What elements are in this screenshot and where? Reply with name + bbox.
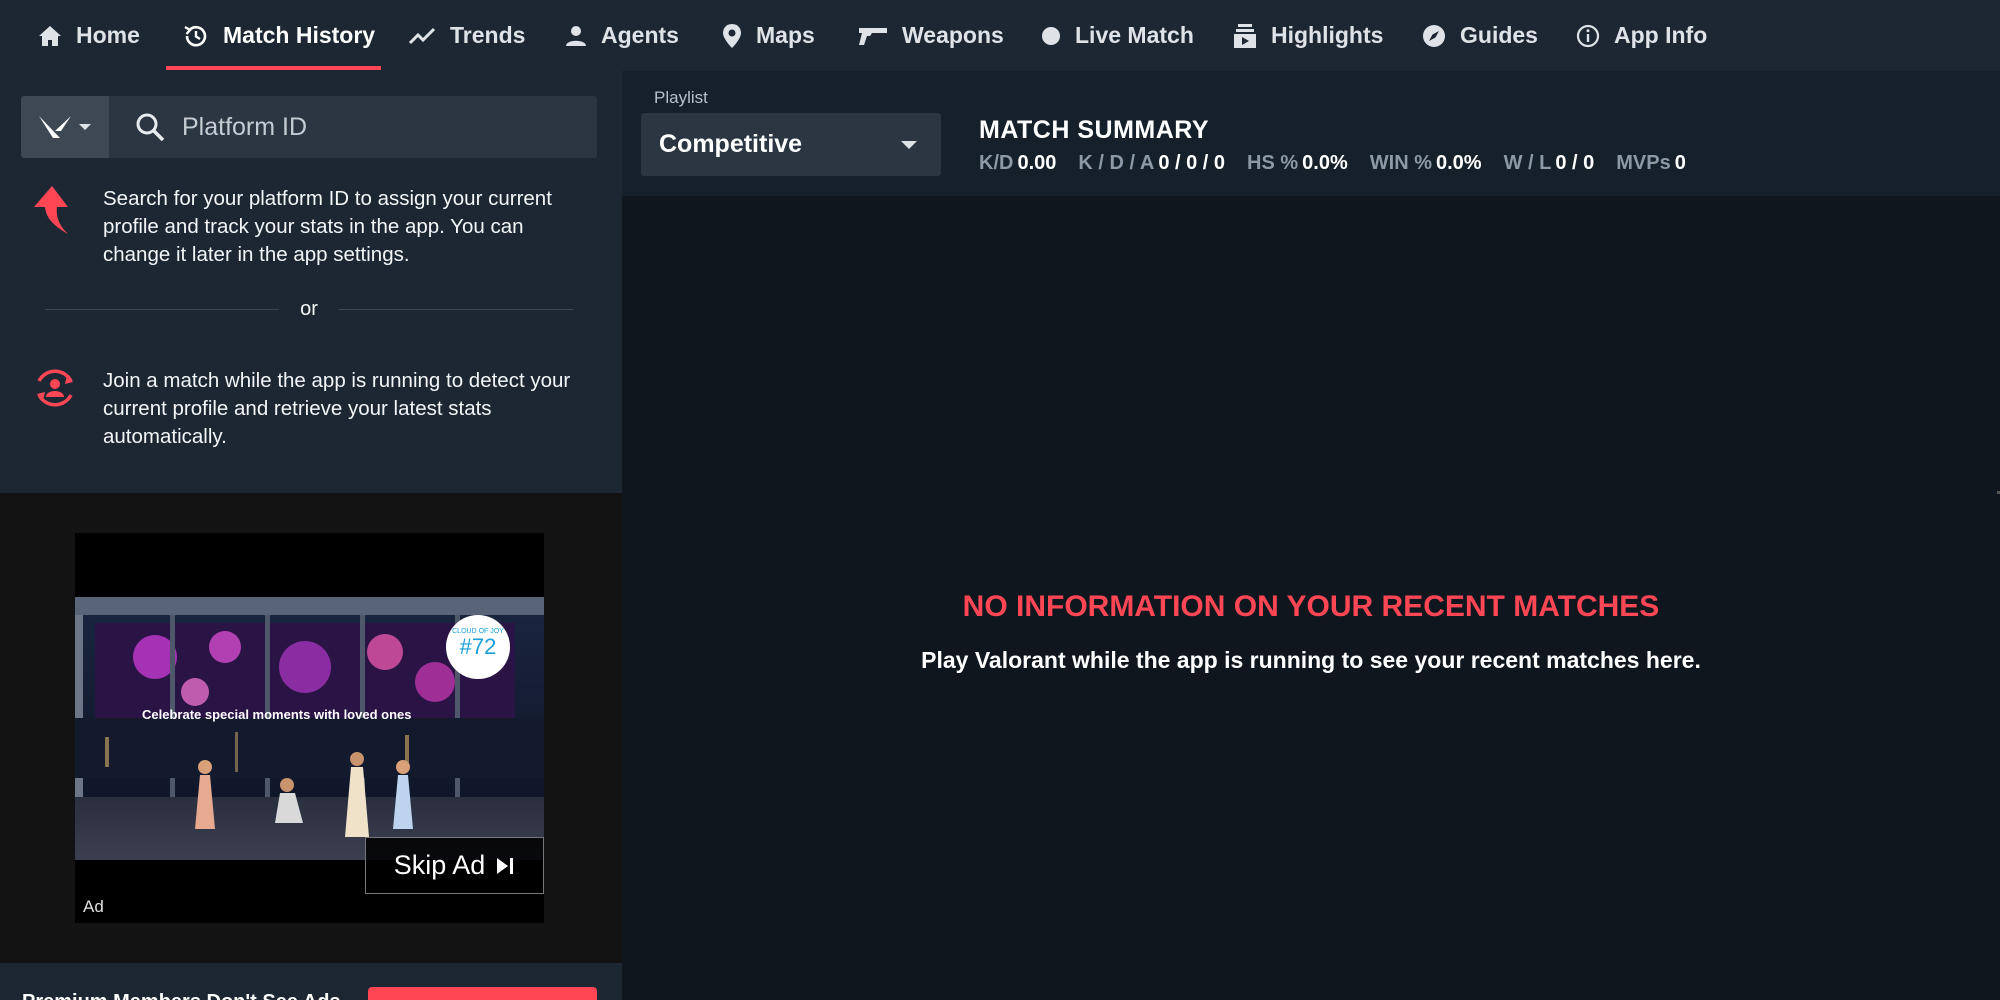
ad-banner-text: Celebrate special moments with loved one… [142,707,411,722]
nav-home-label: Home [76,22,140,48]
nav-trends-label: Trends [450,22,526,48]
or-divider: or [45,298,573,320]
nav-guides[interactable]: Guides [1422,0,1538,71]
game-selector[interactable] [21,96,109,158]
ad-badge: Cloud of Joy #72 [446,615,510,679]
search-instruction: Search for your platform ID to assign yo… [30,185,590,269]
stat-mvps: MVPs 0 [1616,152,1686,174]
profile-sync-icon [32,365,78,416]
live-dot-icon [1041,26,1061,46]
join-instruction: Join a match while the app is running to… [30,367,590,451]
nav-live-match[interactable]: Live Match [1041,0,1194,71]
nav-match-history[interactable]: Match History [183,0,375,71]
stat-win: WIN % 0.0% [1369,152,1482,174]
video-ad[interactable]: Celebrate special moments with loved one… [75,533,544,923]
stat-hs: HS % 0.0% [1247,152,1348,174]
chevron-down-icon [901,141,917,149]
nav-trends[interactable]: Trends [408,0,525,71]
skip-ad-button[interactable]: Skip Ad [365,837,544,894]
nav-agents[interactable]: Agents [565,0,679,71]
ad-badge-number: #72 [459,634,497,659]
arrow-up-icon [32,185,72,240]
profile-panel: Search for your platform ID to assign yo… [0,71,622,493]
trend-icon [408,26,436,46]
nav-weapons-label: Weapons [902,22,1004,48]
stat-wl: W / L0 / 0 [1503,152,1595,174]
playlist-label: Playlist [654,88,708,107]
premium-text: Premium Members Don't See Ads [22,991,341,1000]
skip-icon [495,856,515,876]
map-pin-icon [722,23,742,49]
or-text: or [300,298,318,320]
valorant-logo-icon [39,116,71,138]
ad-container: Celebrate special moments with loved one… [0,493,622,963]
stat-kda: K / D / A0 / 0 / 0 [1078,152,1226,174]
playlist-value: Competitive [659,130,803,158]
nav-highlights[interactable]: Highlights [1233,0,1383,71]
active-tab-indicator [166,66,381,70]
highlights-icon [1233,23,1257,49]
nav-live-match-label: Live Match [1075,22,1194,48]
search-icon [135,112,165,147]
nav-home[interactable]: Home [38,0,140,71]
nav-agents-label: Agents [601,22,679,48]
platform-search [21,96,597,158]
skip-ad-label: Skip Ad [393,850,486,880]
top-nav: Home Match History Trends Agents Maps We… [0,0,2000,71]
nav-weapons[interactable]: Weapons [858,0,1004,71]
nav-highlights-label: Highlights [1271,22,1384,48]
compass-icon [1422,24,1446,48]
search-instruction-text: Search for your platform ID to assign yo… [103,187,552,266]
match-history-main: Playlist Competitive MATCH SUMMARY K/D 0.… [622,71,2000,1000]
nav-app-info-label: App Info [1614,22,1708,48]
nav-maps-label: Maps [756,22,815,48]
nav-guides-label: Guides [1460,22,1538,48]
stat-kd: K/D 0.00 [979,152,1057,174]
nav-match-history-label: Match History [223,22,376,48]
info-icon [1576,24,1600,48]
home-icon [38,25,62,47]
empty-state-title: NO INFORMATION ON YOUR RECENT MATCHES [962,590,1660,623]
platform-id-input[interactable] [182,96,582,158]
match-summary-title: MATCH SUMMARY [979,116,1210,144]
nav-maps[interactable]: Maps [722,0,815,71]
join-instruction-text: Join a match while the app is running to… [103,369,571,448]
remove-ads-button[interactable] [368,987,597,1000]
chevron-down-icon [79,124,91,130]
summary-stats: K/D 0.00 K / D / A0 / 0 / 0 HS % 0.0% WIN … [979,152,1708,175]
summary-bar: Playlist Competitive MATCH SUMMARY K/D 0.… [622,71,2000,196]
empty-state-subtitle: Play Valorant while the app is running t… [921,647,1701,673]
agent-icon [565,25,587,47]
gun-icon [858,25,888,47]
ad-label: Ad [83,897,104,916]
premium-strip: Premium Members Don't See Ads [0,963,622,1000]
history-icon [183,23,209,49]
playlist-dropdown[interactable]: Competitive [641,113,941,176]
nav-app-info[interactable]: App Info [1576,0,1707,71]
